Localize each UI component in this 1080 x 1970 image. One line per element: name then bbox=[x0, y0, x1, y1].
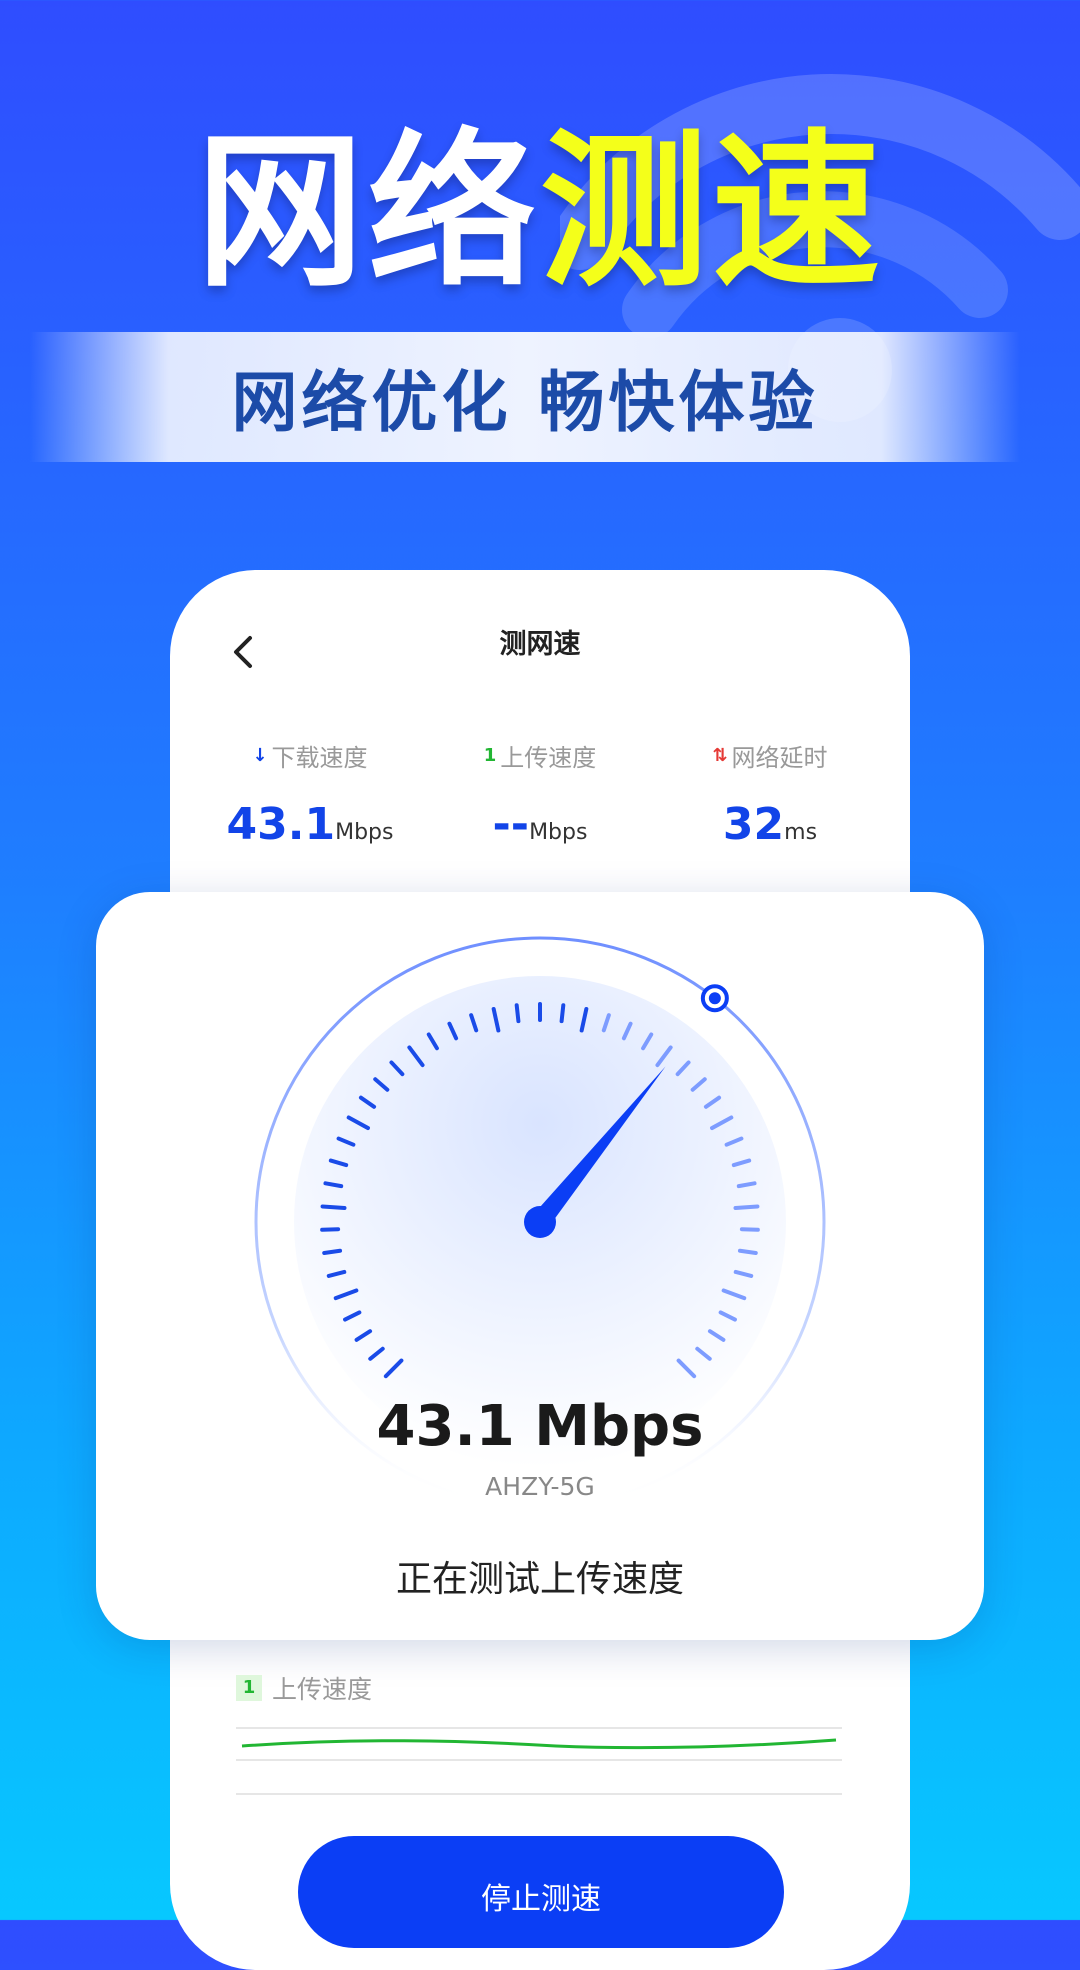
gauge-tick bbox=[737, 1248, 758, 1256]
latency-value: 32 bbox=[722, 799, 785, 850]
latency-label: 网络延时 bbox=[731, 744, 828, 772]
upload-arrow-icon: 1 bbox=[483, 745, 497, 766]
download-unit: Mbps bbox=[335, 820, 394, 845]
speed-gauge-card: 43.1 Mbps AHZY-5G 正在测试上传速度 bbox=[96, 892, 984, 1640]
upload-speed-line bbox=[241, 1738, 837, 1750]
stop-test-button[interactable]: 停止测速 bbox=[298, 1836, 784, 1948]
upload-badge-icon: 1 bbox=[236, 1675, 262, 1701]
page-headline: 网络测速 bbox=[0, 120, 1080, 305]
gauge-tick bbox=[733, 1204, 760, 1211]
speedometer-gauge bbox=[254, 936, 826, 1508]
upload-unit: Mbps bbox=[529, 820, 588, 845]
latency-unit: ms bbox=[784, 820, 818, 845]
gauge-tick bbox=[739, 1227, 760, 1232]
screen-title: 测网速 bbox=[499, 629, 581, 660]
network-ssid: AHZY-5G bbox=[485, 1472, 595, 1501]
gauge-progress-knob-dot bbox=[708, 992, 721, 1005]
upload-chart-label: 上传速度 bbox=[272, 1675, 373, 1704]
headline-part-white: 网络 bbox=[196, 114, 540, 310]
headline-part-yellow: 测速 bbox=[540, 114, 884, 310]
latency-stat: ⇅ 网络延时 32ms bbox=[660, 738, 880, 850]
upload-value: -- bbox=[492, 799, 530, 850]
gauge-tick bbox=[320, 1204, 347, 1211]
gauge-tick bbox=[323, 1181, 344, 1189]
upload-speed-line-chart bbox=[236, 1727, 842, 1795]
gauge-tick bbox=[514, 1003, 521, 1024]
upload-chart-section: 1 上传速度 bbox=[236, 1670, 842, 1795]
upload-stat: 1 上传速度 --Mbps bbox=[430, 738, 650, 850]
gauge-tick bbox=[320, 1227, 341, 1232]
subtitle-banner: 网络优化 畅快体验 bbox=[30, 332, 1020, 462]
test-status-message: 正在测试上传速度 bbox=[395, 1559, 684, 1600]
latency-arrow-icon: ⇅ bbox=[712, 745, 728, 766]
download-value: 43.1 bbox=[226, 799, 336, 850]
subtitle-text: 网络优化 畅快体验 bbox=[231, 364, 819, 441]
gauge-tick bbox=[322, 1248, 343, 1256]
download-arrow-icon: ↓ bbox=[252, 745, 268, 766]
gauge-tick bbox=[559, 1003, 566, 1024]
current-speed: 43.1 Mbps bbox=[376, 1394, 704, 1459]
gauge-needle-hub bbox=[524, 1206, 556, 1238]
gauge-tick bbox=[736, 1181, 757, 1189]
download-label: 下载速度 bbox=[271, 744, 368, 772]
upload-label: 上传速度 bbox=[500, 744, 597, 772]
download-stat: ↓ 下载速度 43.1Mbps bbox=[200, 738, 420, 850]
